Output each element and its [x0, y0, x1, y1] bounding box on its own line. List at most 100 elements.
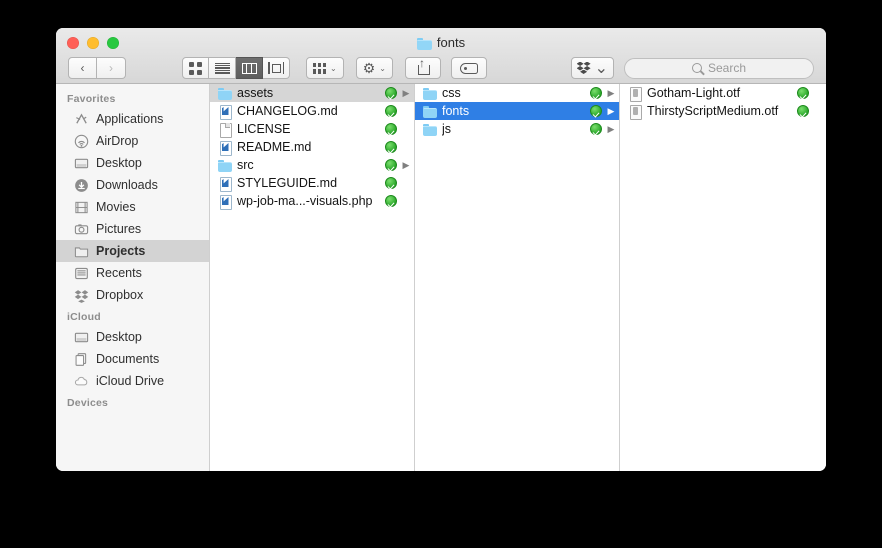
sidebar-item-desktop[interactable]: Desktop	[56, 152, 209, 174]
file-name: js	[442, 122, 585, 136]
forward-button[interactable]: ›	[97, 57, 126, 79]
markdown-icon	[218, 194, 232, 208]
sidebar-item-label: Downloads	[96, 178, 158, 192]
cloud-icon	[74, 374, 89, 389]
sync-badge-icon	[797, 105, 809, 117]
sync-badge-icon	[385, 195, 397, 207]
column-projects[interactable]: assets▶CHANGELOG.mdLICENSE README.md src▶ S…	[210, 84, 415, 471]
file-name: wp-job-ma...-visuals.php	[237, 194, 380, 208]
back-button[interactable]: ‹	[68, 57, 97, 79]
file-row[interactable]: STYLEGUIDE.md	[210, 174, 414, 192]
sync-badge-icon	[385, 159, 397, 171]
tags-button[interactable]	[451, 57, 487, 79]
navigation-buttons: ‹ ›	[68, 57, 126, 79]
file-row[interactable]: src▶	[210, 156, 414, 174]
share-icon	[417, 61, 429, 75]
file-row[interactable]: ThirstyScriptMedium.otf	[620, 102, 826, 120]
file-row[interactable]: fonts▶	[415, 102, 619, 120]
sidebar-item-label: Applications	[96, 112, 163, 126]
file-name: css	[442, 86, 585, 100]
titlebar: fonts ‹ ›	[56, 28, 826, 84]
file-name: ThirstyScriptMedium.otf	[647, 104, 792, 118]
sidebar-item-label: Projects	[96, 244, 145, 258]
file-row[interactable]: css ▶	[415, 84, 619, 102]
sidebar-item-documents[interactable]: Documents	[56, 348, 209, 370]
search-input[interactable]: Search	[624, 58, 814, 79]
sidebar-item-projects[interactable]: Projects	[56, 240, 209, 262]
file-name: STYLEGUIDE.md	[237, 176, 380, 190]
file-row[interactable]: README.md	[210, 138, 414, 156]
dropbox-icon	[577, 62, 591, 75]
sidebar-item-applications[interactable]: Applications	[56, 108, 209, 130]
chevron-right-icon: ›	[109, 62, 113, 74]
sidebar-item-desktop[interactable]: Desktop	[56, 326, 209, 348]
disclosure-arrow-icon[interactable]: ▶	[607, 125, 615, 134]
file-row[interactable]: js ▶	[415, 120, 619, 138]
sidebar-section-header-favorites: Favorites	[56, 88, 209, 108]
coverflow-icon	[268, 62, 285, 74]
dropbox-button[interactable]: ⌄	[571, 57, 614, 79]
file-row[interactable]: Gotham-Light.otf	[620, 84, 826, 102]
column-browser: assets▶CHANGELOG.mdLICENSE README.md src▶ S…	[210, 84, 826, 471]
dropbox-icon	[74, 288, 89, 303]
sidebar-item-label: Documents	[96, 352, 159, 366]
grid-group-icon	[313, 63, 326, 74]
sidebar-item-downloads[interactable]: Downloads	[56, 174, 209, 196]
disclosure-arrow-icon[interactable]: ▶	[607, 107, 615, 116]
sidebar-item-label: Movies	[96, 200, 136, 214]
column-fonts[interactable]: Gotham-Light.otf ThirstyScriptMedium.otf	[620, 84, 826, 471]
sidebar-item-label: AirDrop	[96, 134, 138, 148]
columns-icon	[242, 63, 257, 74]
documents-icon	[74, 352, 89, 367]
sync-badge-icon	[385, 123, 397, 135]
arrange-button[interactable]: ⌄	[306, 57, 344, 79]
grid-icon	[189, 62, 202, 75]
window-title: fonts	[56, 35, 826, 50]
sidebar-item-label: Desktop	[96, 330, 142, 344]
disclosure-arrow-icon[interactable]: ▶	[402, 161, 410, 170]
file-row[interactable]: assets▶	[210, 84, 414, 102]
disclosure-arrow-icon[interactable]: ▶	[402, 89, 410, 98]
folder-icon	[417, 37, 432, 49]
folder-icon	[423, 86, 437, 100]
sidebar-section-header-icloud: iCloud	[56, 306, 209, 326]
movies-icon	[74, 200, 89, 215]
sidebar[interactable]: Favorites Applications AirDrop Desktop Downl…	[56, 84, 210, 471]
desktop-icon	[74, 156, 89, 171]
sidebar-item-movies[interactable]: Movies	[56, 196, 209, 218]
folder-icon	[218, 86, 232, 100]
sync-badge-icon	[590, 123, 602, 135]
toolbar-right: ⌄ Search	[571, 57, 814, 79]
file-row[interactable]: wp-job-ma...-visuals.php	[210, 192, 414, 210]
sync-badge-icon	[385, 177, 397, 189]
share-button[interactable]	[405, 57, 441, 79]
sidebar-item-airdrop[interactable]: AirDrop	[56, 130, 209, 152]
sidebar-item-dropbox[interactable]: Dropbox	[56, 284, 209, 306]
file-row[interactable]: CHANGELOG.md	[210, 102, 414, 120]
markdown-icon	[218, 176, 232, 190]
sidebar-item-icloud-drive[interactable]: iCloud Drive	[56, 370, 209, 392]
file-row[interactable]: LICENSE	[210, 120, 414, 138]
otf-icon	[628, 86, 642, 100]
column-assets[interactable]: css▶fonts▶js▶	[415, 84, 620, 471]
sidebar-item-recents[interactable]: Recents	[56, 262, 209, 284]
otf-icon	[628, 104, 642, 118]
list-view-button[interactable]	[209, 57, 236, 79]
sidebar-item-label: Desktop	[96, 156, 142, 170]
column-view-button[interactable]	[236, 57, 263, 79]
disclosure-arrow-icon[interactable]: ▶	[607, 89, 615, 98]
window-title-text: fonts	[437, 35, 465, 50]
document-icon	[218, 122, 232, 136]
sidebar-item-label: Dropbox	[96, 288, 143, 302]
gear-icon: ⚙	[363, 61, 376, 75]
applications-icon	[74, 112, 89, 127]
sidebar-item-label: Recents	[96, 266, 142, 280]
folder-icon	[218, 158, 232, 172]
search-icon	[692, 63, 702, 73]
icon-view-button[interactable]	[182, 57, 209, 79]
action-button[interactable]: ⚙ ⌄	[356, 57, 393, 79]
coverflow-view-button[interactable]	[263, 57, 290, 79]
sidebar-item-pictures[interactable]: Pictures	[56, 218, 209, 240]
file-name: README.md	[237, 140, 380, 154]
view-mode-buttons	[182, 57, 290, 79]
